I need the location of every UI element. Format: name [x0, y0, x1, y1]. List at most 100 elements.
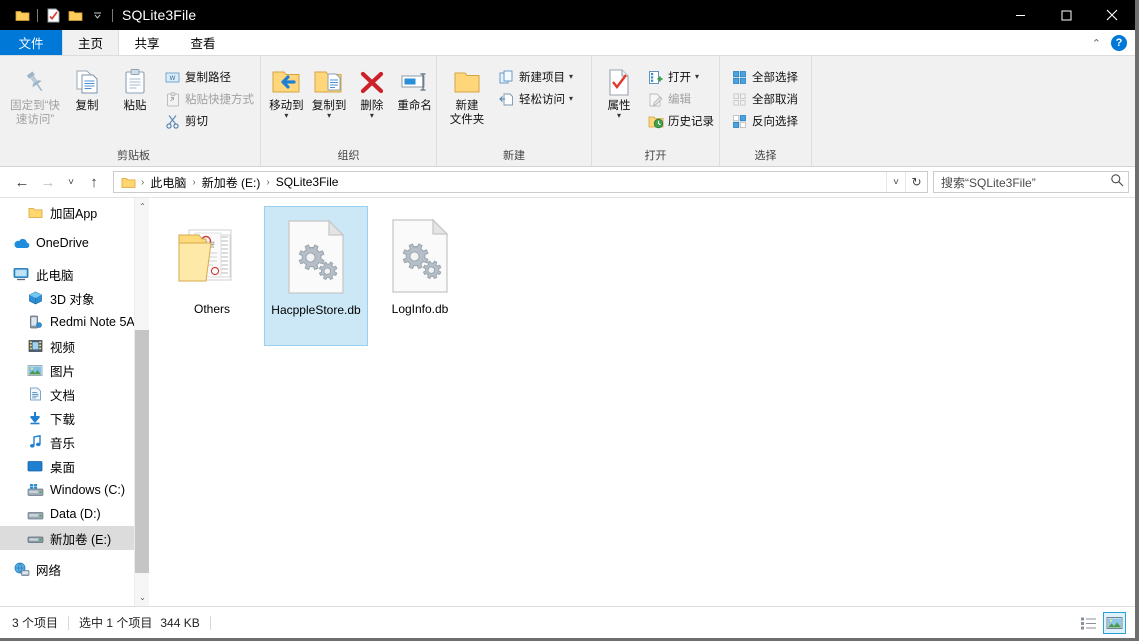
folder-icon[interactable]: [11, 4, 33, 26]
sidebar-item-videos[interactable]: 视频: [0, 334, 149, 358]
tab-file[interactable]: 文件: [0, 30, 62, 55]
breadcrumb-separator-0[interactable]: ›: [139, 177, 146, 188]
edit-button[interactable]: 编辑: [642, 88, 719, 110]
copy-path-button[interactable]: W 复制路径: [159, 66, 259, 88]
move-to-caret-icon[interactable]: ▾: [284, 112, 288, 120]
tab-share[interactable]: 共享: [119, 30, 175, 55]
sidebar-item-this-pc[interactable]: 此电脑: [0, 262, 149, 286]
sidebar-item-downloads[interactable]: 下载: [0, 406, 149, 430]
help-icon[interactable]: ?: [1111, 35, 1127, 51]
collapse-ribbon-icon[interactable]: ⌃: [1092, 37, 1101, 50]
delete-button[interactable]: 删除 ▾: [351, 61, 394, 120]
navigation-tree: 加固App OneDrive 此电脑 3D 对象 Redmi Note 5A 视…: [0, 198, 149, 581]
sidebar-item-pictures[interactable]: 图片: [0, 358, 149, 382]
sidebar-item-redmi-note-5a[interactable]: Redmi Note 5A: [0, 310, 149, 334]
history-button[interactable]: 历史记录: [642, 110, 719, 132]
search-box[interactable]: 搜索“SQLite3File”: [933, 171, 1129, 193]
sidebar-item-onedrive[interactable]: OneDrive: [0, 231, 149, 255]
copy-button[interactable]: 复制: [63, 61, 111, 113]
select-none-button[interactable]: 全部取消: [726, 88, 803, 110]
chevron-down-icon[interactable]: [86, 4, 108, 26]
properties-caret-icon[interactable]: ▾: [617, 112, 621, 120]
sidebar-scrollbar[interactable]: ⌃ ⌄: [134, 198, 149, 606]
pin-to-quick-access-button[interactable]: 固定到“快 速访问”: [7, 61, 63, 127]
refresh-button[interactable]: ↻: [905, 172, 927, 192]
sidebar-item-jiaguapp[interactable]: 加固App: [0, 200, 149, 224]
sidebar-item-3d-objects[interactable]: 3D 对象: [0, 286, 149, 310]
tab-home[interactable]: 主页: [62, 30, 120, 55]
search-input[interactable]: 搜索“SQLite3File”: [941, 174, 1110, 191]
rename-button[interactable]: 重命名: [393, 61, 436, 113]
breadcrumb-item-0[interactable]: 此电脑: [146, 173, 190, 192]
breadcrumb-separator-2[interactable]: ›: [264, 177, 271, 188]
paste-shortcut-button[interactable]: 粘贴快捷方式: [159, 88, 259, 110]
paste-button[interactable]: 粘贴: [111, 61, 159, 113]
copy-label: 复制: [75, 100, 99, 112]
file-item-loginfo-db[interactable]: LogInfo.db: [368, 206, 472, 346]
ribbon-group-label-clipboard: 剪贴板: [117, 150, 150, 162]
sidebar-item-desktop[interactable]: 桌面: [0, 454, 149, 478]
breadcrumb-separator-1[interactable]: ›: [190, 177, 197, 188]
search-icon[interactable]: [1110, 173, 1124, 192]
ribbon-group-label-open: 打开: [644, 150, 667, 162]
paste-shortcut-label: 粘贴快捷方式: [185, 94, 254, 106]
copy-to-caret-icon[interactable]: ▾: [327, 112, 331, 120]
address-bar: ← → ˅ ↑ › 此电脑 › 新加卷 (E:) › SQLite3File ˅…: [0, 167, 1135, 197]
music-icon: [26, 433, 44, 451]
easy-access-caret-icon[interactable]: ▾: [569, 95, 573, 103]
breadcrumb-item-2[interactable]: SQLite3File: [272, 174, 343, 190]
back-button[interactable]: ←: [10, 170, 34, 194]
select-all-label: 全部选择: [752, 72, 798, 84]
recent-locations-button[interactable]: ˅: [62, 170, 80, 194]
large-icons-view-button[interactable]: [1103, 612, 1126, 634]
sidebar-item-new-volume-e[interactable]: 新加卷 (E:): [0, 526, 149, 550]
move-to-icon: [270, 65, 302, 99]
copy-to-button[interactable]: 复制到 ▾: [308, 61, 351, 120]
tab-view[interactable]: 查看: [175, 30, 231, 55]
open-button[interactable]: 打开 ▾: [642, 66, 719, 88]
forward-button[interactable]: →: [36, 170, 60, 194]
sidebar-item-music[interactable]: 音乐: [0, 430, 149, 454]
address-breadcrumb-box[interactable]: › 此电脑 › 新加卷 (E:) › SQLite3File ˅ ↻: [113, 171, 928, 193]
sidebar-item-documents[interactable]: 文档: [0, 382, 149, 406]
scroll-down-button[interactable]: ⌄: [135, 589, 149, 606]
ribbon-group-clipboard: 固定到“快 速访问” 复制 粘贴 W 复制路径 粘贴快捷方式 剪切 剪贴板: [7, 56, 261, 166]
scrollbar-thumb[interactable]: [135, 330, 149, 573]
new-folder-icon[interactable]: [64, 4, 86, 26]
scroll-up-button[interactable]: ⌃: [135, 198, 149, 215]
move-to-button[interactable]: 移动到 ▾: [265, 61, 308, 120]
sidebar-item-label: 网络: [36, 563, 62, 578]
minimize-button[interactable]: [997, 0, 1043, 30]
breadcrumb-item-1[interactable]: 新加卷 (E:): [198, 173, 265, 192]
paste-icon: [122, 65, 148, 99]
select-none-icon: [731, 91, 748, 108]
new-folder-button[interactable]: 新建 文件夹: [441, 61, 493, 127]
easy-access-button[interactable]: 轻松访问 ▾: [493, 88, 578, 110]
close-button[interactable]: [1089, 0, 1135, 30]
cut-button[interactable]: 剪切: [159, 110, 259, 132]
properties-icon[interactable]: [42, 4, 64, 26]
paste-shortcut-icon: [164, 91, 181, 108]
sidebar-item-network[interactable]: 网络: [0, 557, 149, 581]
details-view-button[interactable]: [1077, 612, 1100, 634]
file-item-others[interactable]: 荣誉 Others: [160, 206, 264, 346]
select-all-button[interactable]: 全部选择: [726, 66, 803, 88]
cut-label: 剪切: [185, 116, 208, 128]
sidebar-item-windows-c[interactable]: Windows (C:): [0, 478, 149, 502]
address-dropdown-button[interactable]: ˅: [886, 172, 905, 192]
up-button[interactable]: ↑: [82, 170, 106, 194]
sidebar-item-data-d[interactable]: Data (D:): [0, 502, 149, 526]
open-caret-icon[interactable]: ▾: [695, 73, 699, 81]
invert-selection-label: 反向选择: [752, 116, 798, 128]
properties-button[interactable]: 属性 ▾: [596, 61, 642, 120]
file-item-hacpplestore-db[interactable]: HacppleStore.db: [264, 206, 368, 346]
delete-caret-icon[interactable]: ▾: [370, 112, 374, 120]
breadcrumb-folder-icon[interactable]: [118, 176, 139, 189]
invert-selection-button[interactable]: 反向选择: [726, 110, 803, 132]
new-item-caret-icon[interactable]: ▾: [569, 73, 573, 81]
paste-label: 粘贴: [123, 100, 147, 112]
maximize-button[interactable]: [1043, 0, 1089, 30]
new-item-button[interactable]: 新建项目 ▾: [493, 66, 578, 88]
navigation-pane: 加固App OneDrive 此电脑 3D 对象 Redmi Note 5A 视…: [0, 198, 150, 606]
file-list-view[interactable]: 荣誉 Others: [150, 198, 1135, 606]
